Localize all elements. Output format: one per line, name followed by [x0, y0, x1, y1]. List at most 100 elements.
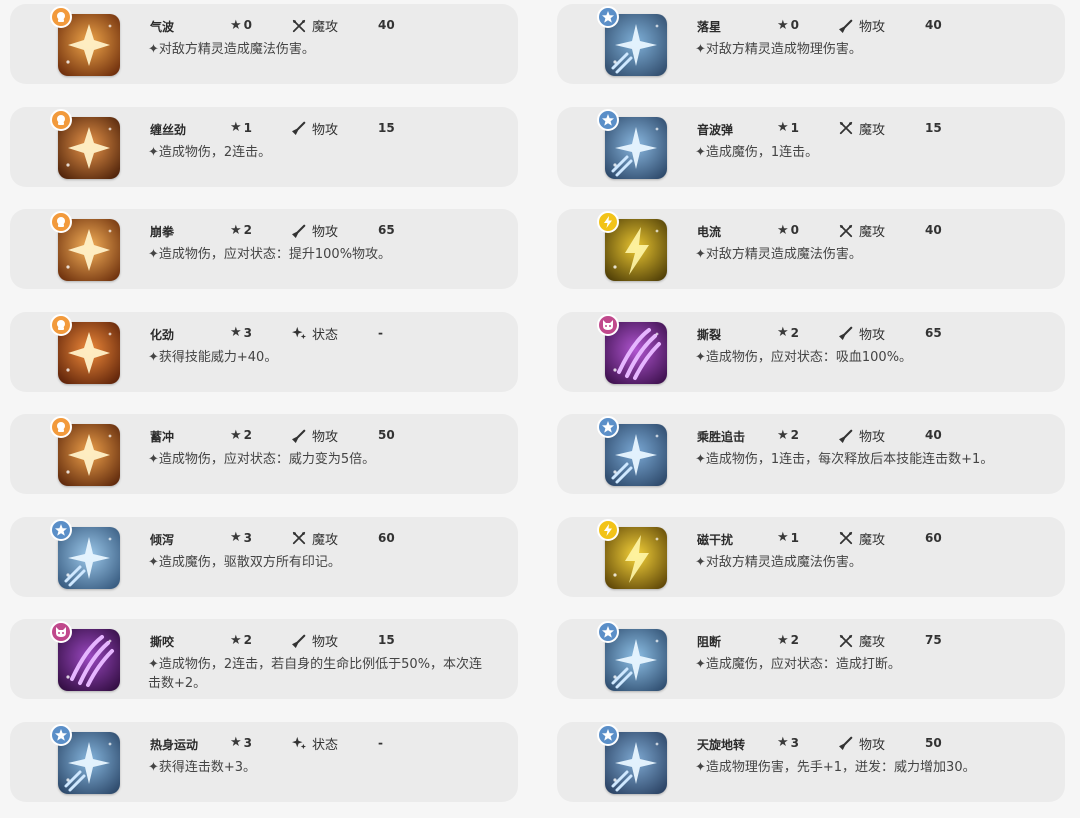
skill-description: ✦对敌方精灵造成魔法伤害。	[695, 554, 862, 570]
skill-card[interactable]: 撕咬 ★ 2 物攻 15 ✦造成物伤，2连击，若自身的生命比例低于50%，本次连击数+2。	[10, 619, 518, 699]
skill-type-label: 物攻	[859, 20, 886, 35]
skill-card[interactable]: 天旋地转 ★ 3 物攻 50 ✦造成物理伤害，先手+1，迸发：威力增加30。	[557, 721, 1065, 802]
skill-cost-value: 3	[243, 530, 253, 545]
skill-type: 状态	[292, 324, 338, 343]
normal-element-icon	[597, 416, 619, 438]
skill-power: -	[378, 325, 383, 340]
skill-name: 崩拳	[150, 225, 175, 239]
skill-type-label: 魔攻	[859, 122, 886, 138]
skill-card[interactable]: 阻断 ★ 2 魔攻 75 ✦造成魔伤，应对状态：造成打断。	[557, 619, 1065, 699]
skill-name: 磁干扰	[697, 532, 734, 547]
skill-card[interactable]: 落星 ★ 0 物攻 40 ✦对敌方精灵造成物理伤害。	[557, 4, 1065, 84]
skill-description: ✦造成物伤，2连击。	[148, 144, 272, 160]
skill-card[interactable]: 音波弹 ★ 1 魔攻 15 ✦造成魔伤，1连击。	[557, 106, 1065, 187]
star-icon: ★	[777, 222, 789, 238]
skill-cost-value: 3	[243, 325, 253, 340]
skill-card[interactable]: 气波 ★ 0 魔攻 40 ✦对敌方精灵造成魔法伤害。	[10, 4, 518, 84]
normal-element-icon	[597, 723, 619, 746]
normal-element-icon	[597, 6, 619, 28]
skill-type: 物攻	[839, 324, 885, 343]
star-icon: ★	[777, 735, 789, 750]
skill-power: 50	[378, 428, 395, 442]
star-icon: ★	[230, 530, 242, 545]
magic-attack-icon	[839, 634, 853, 648]
skill-type-label: 物攻	[312, 122, 339, 138]
skill-type-label: 状态	[312, 737, 339, 753]
skill-description: ✦造成物伤，应对状态：吸血100%。	[695, 349, 913, 365]
skill-power: 15	[378, 633, 395, 647]
skill-type-label: 物攻	[859, 430, 886, 445]
physical-attack-icon	[839, 19, 853, 33]
skill-type-label: 魔攻	[859, 225, 886, 240]
star-icon: ★	[777, 632, 789, 648]
skill-card[interactable]: 撕裂 ★ 2 物攻 65 ✦造成物伤，应对状态：吸血100%。	[557, 311, 1065, 392]
skill-description: ✦造成魔伤，驱散双方所有印记。	[148, 554, 341, 570]
skill-card[interactable]: 蓄冲 ★ 2 物攻 50 ✦造成物伤，应对状态：威力变为5倍。	[10, 414, 518, 494]
fighting-element-icon	[50, 108, 72, 131]
skill-cost-value: 2	[790, 633, 800, 647]
skill-type: 物攻	[839, 426, 885, 445]
skill-name: 阻断	[697, 635, 722, 649]
skill-description: ✦造成物伤，1连击，每次释放后本技能连击数+1。	[695, 452, 994, 467]
skill-type: 物攻	[839, 734, 885, 753]
skill-type: 物攻	[292, 426, 338, 445]
physical-attack-icon	[839, 326, 853, 340]
skill-type-label: 物攻	[859, 327, 886, 343]
skill-card[interactable]: 乘胜追击 ★ 2 物攻 40 ✦造成物伤，1连击，每次释放后本技能连击数+1。	[557, 414, 1065, 494]
skill-cost: ★ 2	[777, 633, 799, 647]
skill-cost-value: 2	[243, 428, 253, 442]
skill-name: 音波弹	[697, 122, 734, 137]
magic-attack-icon	[839, 121, 853, 135]
skill-card[interactable]: 倾泻 ★ 3 魔攻 60 ✦造成魔伤，驱散双方所有印记。	[10, 516, 518, 597]
skill-cost: ★ 3	[777, 736, 799, 750]
skill-name: 倾泻	[150, 532, 175, 547]
skill-type-label: 物攻	[312, 635, 339, 650]
skill-card[interactable]: 化劲 ★ 3 状态 - ✦获得技能威力+40。	[10, 311, 518, 392]
skill-cost: ★ 3	[230, 326, 252, 340]
fighting-element-icon	[50, 6, 72, 28]
normal-element-icon	[597, 108, 619, 131]
skill-power: 60	[378, 530, 395, 545]
skill-cost: ★ 2	[777, 428, 799, 442]
skill-power: 40	[378, 18, 395, 32]
skill-name: 电流	[697, 225, 722, 239]
skill-cost-value: 2	[790, 325, 800, 340]
skill-name: 落星	[697, 20, 722, 34]
skill-power: 65	[378, 223, 395, 237]
skill-type-label: 魔攻	[312, 532, 339, 548]
star-icon: ★	[230, 325, 242, 340]
fighting-element-icon	[50, 211, 72, 233]
skill-name: 蓄冲	[150, 430, 175, 444]
skill-card[interactable]: 崩拳 ★ 2 物攻 65 ✦造成物伤，应对状态：提升100%物攻。	[10, 209, 518, 289]
skill-name: 气波	[150, 20, 175, 34]
skill-type: 魔攻	[839, 119, 885, 138]
skill-card[interactable]: 缠丝劲 ★ 1 物攻 15 ✦造成物伤，2连击。	[10, 106, 518, 187]
skill-power: 60	[925, 530, 942, 545]
skill-description: ✦对敌方精灵造成魔法伤害。	[148, 42, 315, 57]
skill-cost: ★ 1	[777, 531, 799, 545]
skill-power: 40	[925, 223, 942, 237]
normal-element-icon	[50, 723, 72, 746]
skill-power: -	[378, 735, 383, 750]
skill-description: ✦造成物伤，2连击，若自身的生命比例低于50%，本次连击数+2。	[148, 657, 483, 691]
skill-power: 15	[925, 120, 942, 135]
fighting-element-icon	[50, 313, 72, 336]
skill-card[interactable]: 电流 ★ 0 魔攻 40 ✦对敌方精灵造成魔法伤害。	[557, 209, 1065, 289]
skill-power: 75	[925, 633, 942, 647]
physical-attack-icon	[292, 429, 306, 443]
dark-element-icon	[50, 621, 72, 643]
magic-attack-icon	[839, 224, 853, 238]
skill-type-label: 魔攻	[312, 20, 339, 35]
skill-cost-value: 1	[790, 120, 800, 135]
skill-name: 撕咬	[150, 635, 175, 649]
skill-card[interactable]: 磁干扰 ★ 1 魔攻 60 ✦对敌方精灵造成魔法伤害。	[557, 516, 1065, 597]
skill-cost: ★ 2	[230, 633, 252, 647]
star-icon: ★	[230, 632, 242, 648]
skill-type: 物攻	[292, 119, 338, 138]
skill-card[interactable]: 热身运动 ★ 3 状态 - ✦获得连击数+3。	[10, 721, 518, 802]
physical-attack-icon	[292, 121, 306, 135]
star-icon: ★	[777, 427, 789, 443]
skill-type-label: 魔攻	[859, 635, 886, 650]
skill-type: 魔攻	[839, 631, 885, 650]
skill-cost: ★ 3	[230, 736, 252, 750]
